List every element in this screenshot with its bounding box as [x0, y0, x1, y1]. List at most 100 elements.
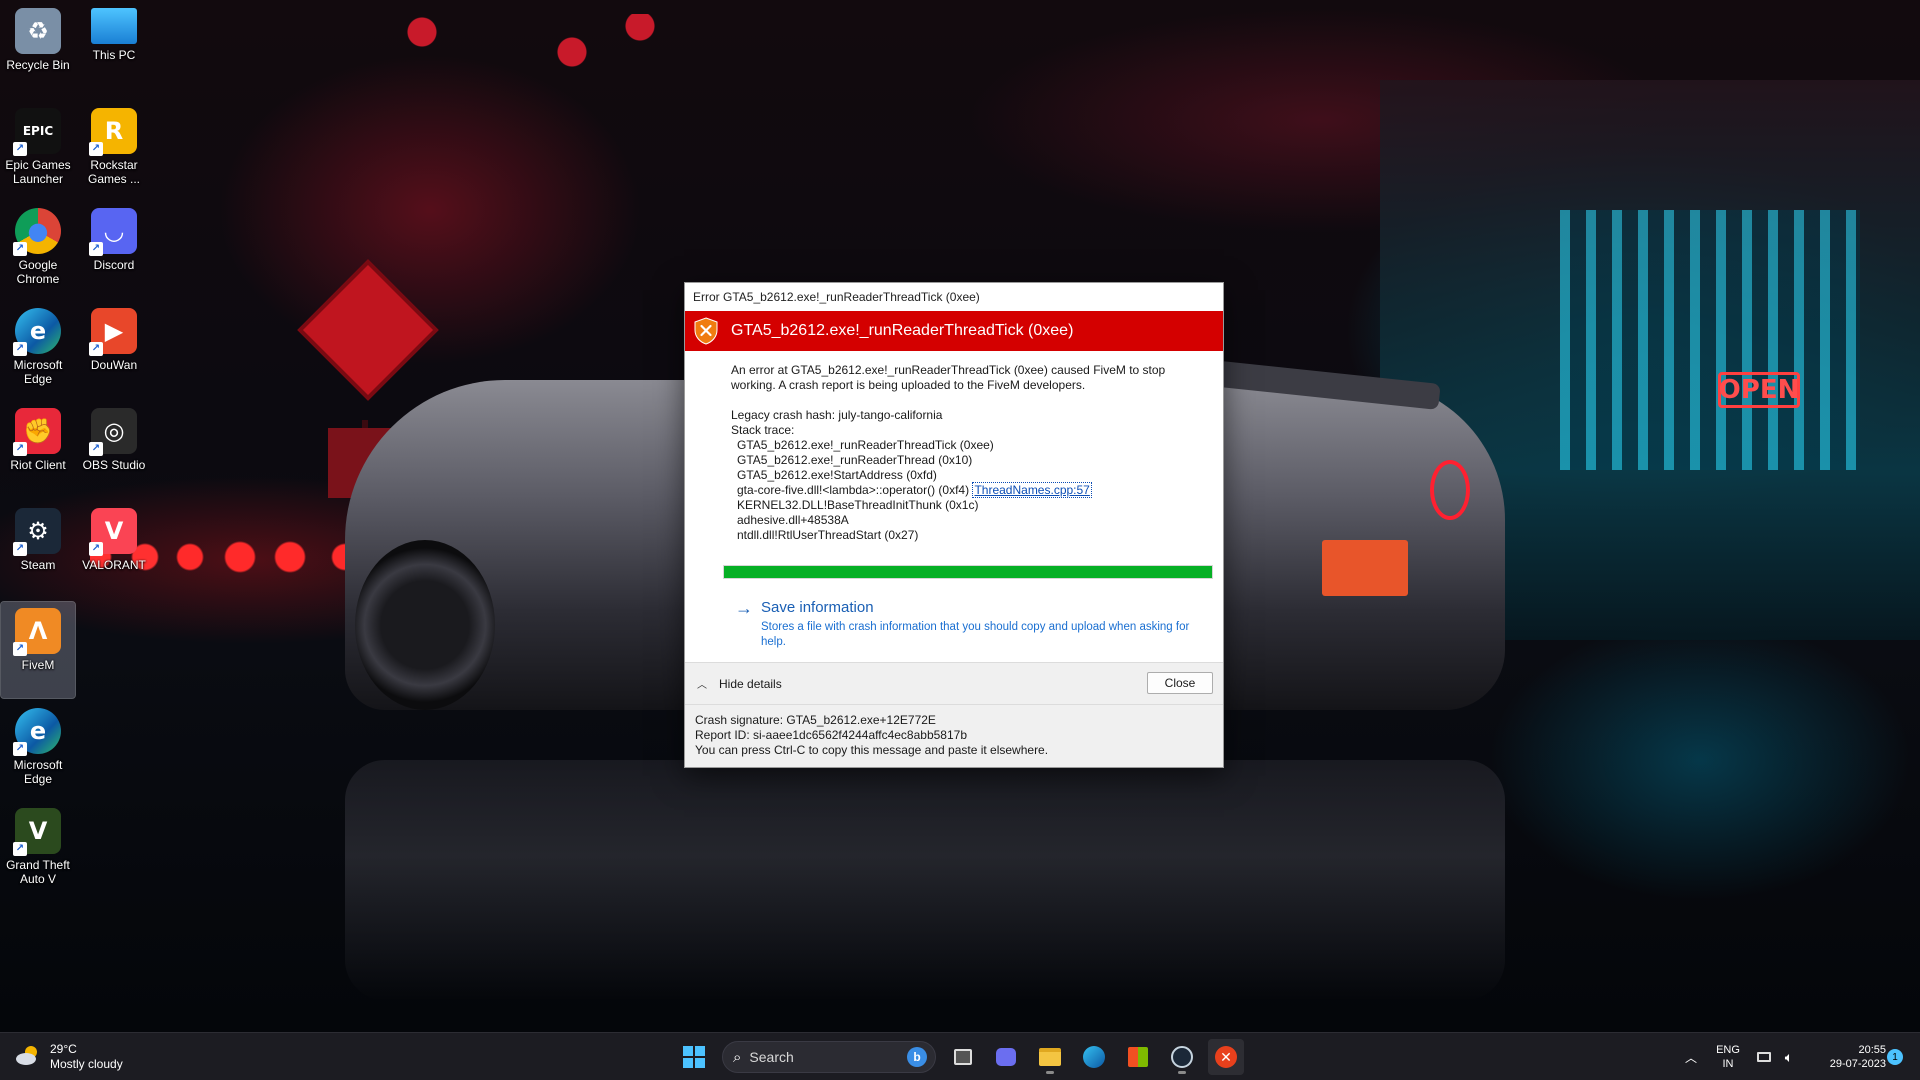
desktop-shortcut[interactable]: ♻ Recycle Bin — [1, 2, 75, 98]
desktop-shortcut-label: Microsoft Edge — [13, 358, 63, 386]
desktop-shortcut-label: Riot Client — [10, 458, 66, 472]
close-button[interactable]: Close — [1147, 672, 1213, 694]
desktop-shortcut[interactable]: ● ↗ Google Chrome — [1, 202, 75, 298]
desktop-shortcut[interactable]: ▶ ↗ DouWan — [77, 302, 151, 398]
wallpaper-car-wheel — [355, 540, 495, 710]
file-explorer-icon[interactable] — [1032, 1039, 1068, 1075]
desktop-shortcut[interactable]: V ↗ Grand Theft Auto V — [1, 802, 75, 898]
dialog-window-title: Error GTA5_b2612.exe!_runReaderThreadTic… — [693, 290, 980, 304]
hide-details-toggle[interactable]: Hide details — [719, 677, 782, 691]
dialog-error-header: GTA5_b2612.exe!_runReaderThreadTick (0xe… — [685, 311, 1223, 351]
chat-icon[interactable] — [988, 1039, 1024, 1075]
desktop-shortcut-label: Google Chrome — [16, 258, 60, 286]
desktop-shortcut-label: VALORANT — [82, 558, 146, 572]
taskbar-search[interactable]: ⌕ Search b — [722, 1041, 936, 1073]
language-indicator[interactable]: ENG IN — [1708, 1039, 1748, 1075]
upload-progress-bar — [723, 565, 1213, 579]
clock[interactable]: 20:55 29-07-2023 — [1806, 1039, 1886, 1075]
windows-logo-icon — [683, 1046, 705, 1068]
dialog-body: An error at GTA5_b2612.exe!_runReaderThr… — [685, 351, 1223, 650]
desktop-shortcut[interactable]: ✊ ↗ Riot Client — [1, 402, 75, 498]
shortcut-arrow-icon: ↗ — [13, 242, 27, 256]
desktop-shortcut[interactable]: e ↗ Microsoft Edge — [1, 702, 75, 798]
volume-icon[interactable]: 🔈︎ — [1778, 1039, 1800, 1075]
stack-line-text: gta-core-five.dll!<lambda>::operator() (… — [737, 483, 970, 497]
crash-signature: Crash signature: GTA5_b2612.exe+12E772E — [695, 713, 936, 727]
desktop-shortcut[interactable]: ◎ ↗ OBS Studio — [77, 402, 151, 498]
report-id: Report ID: si-aaee1dc6562f4244affc4ec8ab… — [695, 728, 967, 742]
desktop-shortcut[interactable]: ◡ ↗ Discord — [77, 202, 151, 298]
steam-icon[interactable] — [1164, 1039, 1200, 1075]
taskbar: 29°C Mostly cloudy ⌕ Search b ✕ ︿ ENG IN — [0, 1032, 1920, 1080]
copy-hint: You can press Ctrl-C to copy this messag… — [695, 743, 1049, 757]
stack-line: GTA5_b2612.exe!StartAddress (0xfd) — [737, 468, 937, 482]
error-shield-icon — [693, 317, 719, 345]
search-label: Search — [749, 1049, 794, 1065]
shortcut-arrow-icon: ↗ — [13, 742, 27, 756]
rockstar-icon: R ↗ — [89, 108, 137, 156]
wallpaper-hex-lights — [400, 14, 660, 74]
wallpaper-taillight — [1430, 460, 1470, 520]
desktop-shortcut-label: OBS Studio — [82, 458, 146, 472]
desktop-shortcut[interactable]: ⚙ ↗ Steam — [1, 502, 75, 598]
discord-icon: ◡ ↗ — [89, 208, 137, 256]
clock-time: 20:55 — [1858, 1044, 1886, 1056]
fivem-icon: Λ ↗ — [13, 608, 61, 656]
desktop-shortcut[interactable]: R ↗ Rockstar Games ... — [77, 102, 151, 198]
network-icon[interactable] — [1754, 1039, 1774, 1075]
desktop-shortcut[interactable]: This PC — [77, 2, 151, 98]
desktop-shortcut-label: Recycle Bin — [6, 58, 70, 72]
desktop-shortcut[interactable]: EPIC ↗ Epic Games Launcher — [1, 102, 75, 198]
save-information-description: Stores a file with crash information tha… — [761, 621, 1190, 648]
weather-widget[interactable]: 29°C Mostly cloudy — [14, 1041, 123, 1073]
stack-line: GTA5_b2612.exe!_runReaderThreadTick (0xe… — [737, 438, 994, 452]
stack-trace-title: Stack trace: — [731, 423, 795, 437]
desktop-shortcut[interactable]: Λ ↗ FiveM — [0, 601, 76, 699]
dialog-title-bar[interactable]: Error GTA5_b2612.exe!_runReaderThreadTic… — [685, 283, 1223, 311]
wallpaper-neon-panel — [1560, 210, 1860, 470]
notification-badge[interactable]: 1 — [1884, 1039, 1906, 1075]
steam-icon: ⚙ ↗ — [13, 508, 61, 556]
shortcut-arrow-icon: ↗ — [89, 242, 103, 256]
show-hidden-icons[interactable]: ︿ — [1680, 1039, 1702, 1075]
epic-games-icon: EPIC ↗ — [13, 108, 61, 156]
desktop-shortcut[interactable]: V ↗ VALORANT — [77, 502, 151, 598]
weather-description: Mostly cloudy — [50, 1057, 123, 1071]
search-icon: ⌕ — [733, 1048, 742, 1066]
crash-dialog: Error GTA5_b2612.exe!_runReaderThreadTic… — [684, 282, 1224, 768]
douwan-icon: ▶ ↗ — [89, 308, 137, 356]
wallpaper-open-sign: OPEN — [1718, 372, 1800, 408]
stack-line: GTA5_b2612.exe!_runReaderThread (0x10) — [737, 453, 973, 467]
desktop-shortcut-label: Epic Games Launcher — [5, 158, 71, 186]
recycle-bin-icon: ♻ — [15, 8, 61, 54]
task-view-icon[interactable] — [945, 1039, 981, 1075]
riot-client-icon: ✊ ↗ — [13, 408, 61, 456]
language-code: ENG — [1716, 1044, 1740, 1056]
desktop-shortcut-label: This PC — [92, 48, 136, 62]
store-icon[interactable] — [1120, 1039, 1156, 1075]
chevron-up-icon[interactable]: ︿ — [697, 676, 707, 691]
this-pc-icon — [91, 8, 137, 44]
wallpaper-road-sign — [297, 259, 439, 401]
shortcut-arrow-icon: ↗ — [89, 142, 103, 156]
stack-line: gta-core-five.dll!<lambda>::operator() (… — [731, 482, 1215, 498]
stack-trace-list: GTA5_b2612.exe!_runReaderThreadTick (0xe… — [731, 438, 1215, 543]
clock-date: 29-07-2023 — [1829, 1058, 1886, 1070]
stack-line: KERNEL32.DLL!BaseThreadInitThunk (0x1c) — [737, 498, 979, 512]
shortcut-arrow-icon: ↗ — [89, 442, 103, 456]
desktop-shortcut-label: FiveM — [21, 658, 55, 672]
desktop-shortcut-label: Microsoft Edge — [13, 758, 63, 786]
wallpaper-license-plate — [1322, 540, 1408, 596]
desktop-shortcut-label: Discord — [93, 258, 135, 272]
desktop-shortcut[interactable]: e ↗ Microsoft Edge — [1, 302, 75, 398]
source-link[interactable]: ThreadNames.cpp:57 — [972, 482, 1092, 498]
weather-temperature: 29°C — [50, 1042, 77, 1056]
start-button[interactable] — [676, 1039, 712, 1075]
valorant-icon: V ↗ — [89, 508, 137, 556]
shortcut-arrow-icon: ↗ — [89, 542, 103, 556]
desktop-shortcut-label: Steam — [20, 558, 56, 572]
save-information-link[interactable]: → Save information Stores a file with cr… — [735, 599, 1215, 650]
edge-icon[interactable] — [1076, 1039, 1112, 1075]
crash-hash: Legacy crash hash: july-tango-california — [731, 408, 943, 422]
fivem-error-icon[interactable]: ✕ — [1208, 1039, 1244, 1075]
